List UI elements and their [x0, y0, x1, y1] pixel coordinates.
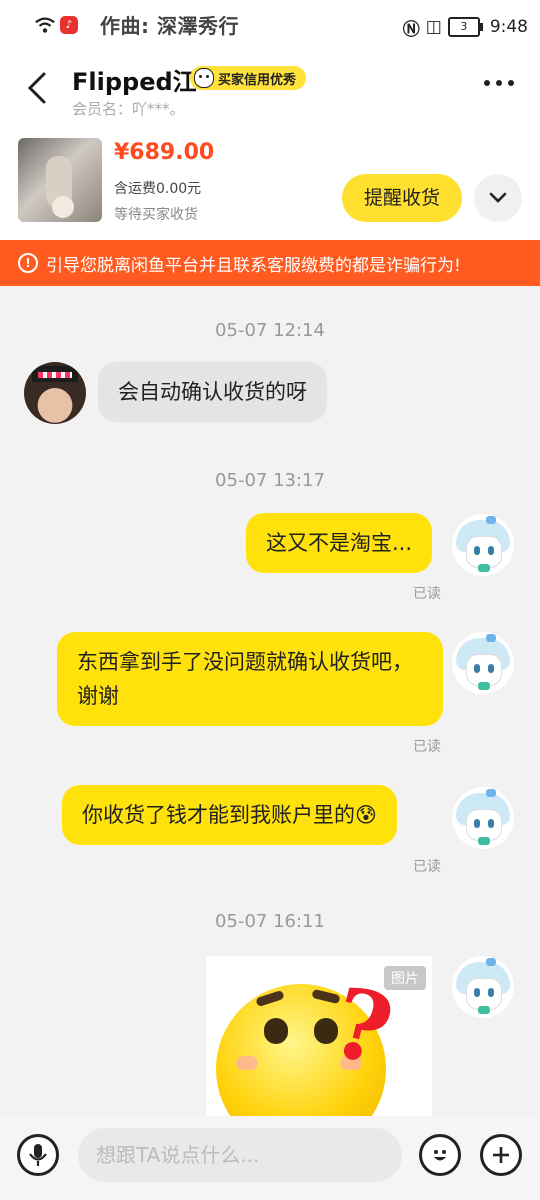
timestamp: 05-07 13:17	[215, 470, 325, 491]
add-button[interactable]	[480, 1134, 522, 1176]
message-bubble-outgoing[interactable]: 这又不是淘宝...	[246, 513, 433, 573]
emoji-icon	[434, 1150, 446, 1161]
smiley-icon	[194, 68, 214, 88]
back-arrow-icon[interactable]	[24, 68, 50, 108]
image-message[interactable]: ? 图片	[206, 956, 432, 1116]
voice-button[interactable]	[17, 1134, 59, 1176]
my-avatar[interactable]	[452, 632, 514, 694]
emoji-button[interactable]	[419, 1134, 461, 1176]
image-tag: 图片	[384, 966, 426, 990]
my-avatar[interactable]	[452, 956, 514, 1018]
microphone-icon	[29, 1144, 47, 1166]
status-bar: ♪ 作曲: 深澤秀行 Ⓝ ◫ 3 9:48	[0, 0, 540, 52]
more-options-icon[interactable]	[484, 80, 514, 86]
message-bubble-outgoing[interactable]: 你收货了钱才能到我账户里的😰	[62, 785, 397, 845]
remind-receive-button[interactable]: 提醒收货	[342, 174, 462, 222]
my-avatar[interactable]	[452, 514, 514, 576]
message-bubble-outgoing[interactable]: 东西拿到手了没问题就确认收货吧，谢谢	[57, 632, 443, 726]
read-receipt: 已读	[413, 859, 441, 875]
now-playing-text: 作曲: 深澤秀行	[100, 14, 239, 38]
clock: 9:48	[489, 17, 528, 37]
message-input[interactable]	[78, 1128, 402, 1182]
battery-icon: 3	[447, 17, 483, 37]
contact-name: Flipped江	[72, 68, 197, 96]
alert-icon: !	[18, 253, 38, 273]
read-receipt: 已读	[413, 739, 441, 755]
credit-badge: 买家信用优秀	[190, 66, 307, 90]
warning-text: 引导您脱离闲鱼平台并且联系客服缴费的都是诈骗行为!	[46, 255, 461, 276]
contact-avatar[interactable]	[24, 362, 86, 424]
timestamp: 05-07 16:11	[215, 911, 325, 932]
badge-label: 买家信用优秀	[218, 72, 297, 88]
expand-button[interactable]	[474, 174, 522, 222]
member-name: 会员名：吖***。	[72, 100, 185, 118]
vibrate-icon: ◫	[425, 17, 442, 37]
nfc-icon: Ⓝ	[402, 19, 420, 40]
read-receipt: 已读	[413, 586, 441, 602]
fraud-warning-banner: ! 引导您脱离闲鱼平台并且联系客服缴费的都是诈骗行为!	[0, 240, 540, 286]
music-app-icon: ♪	[60, 16, 78, 34]
timestamp: 05-07 12:14	[215, 320, 325, 341]
shipping-fee: 含运费0.00元	[114, 181, 202, 197]
product-price: ¥689.00	[114, 140, 215, 165]
message-bubble-incoming[interactable]: 会自动确认收货的呀	[98, 362, 327, 422]
wifi-icon	[35, 17, 55, 33]
my-avatar[interactable]	[452, 787, 514, 849]
plus-icon	[493, 1147, 509, 1163]
product-thumbnail[interactable]	[18, 138, 102, 222]
order-status: 等待买家收货	[114, 207, 198, 223]
chevron-down-icon	[489, 192, 507, 203]
status-icons: Ⓝ ◫ 3 9:48	[403, 14, 528, 40]
